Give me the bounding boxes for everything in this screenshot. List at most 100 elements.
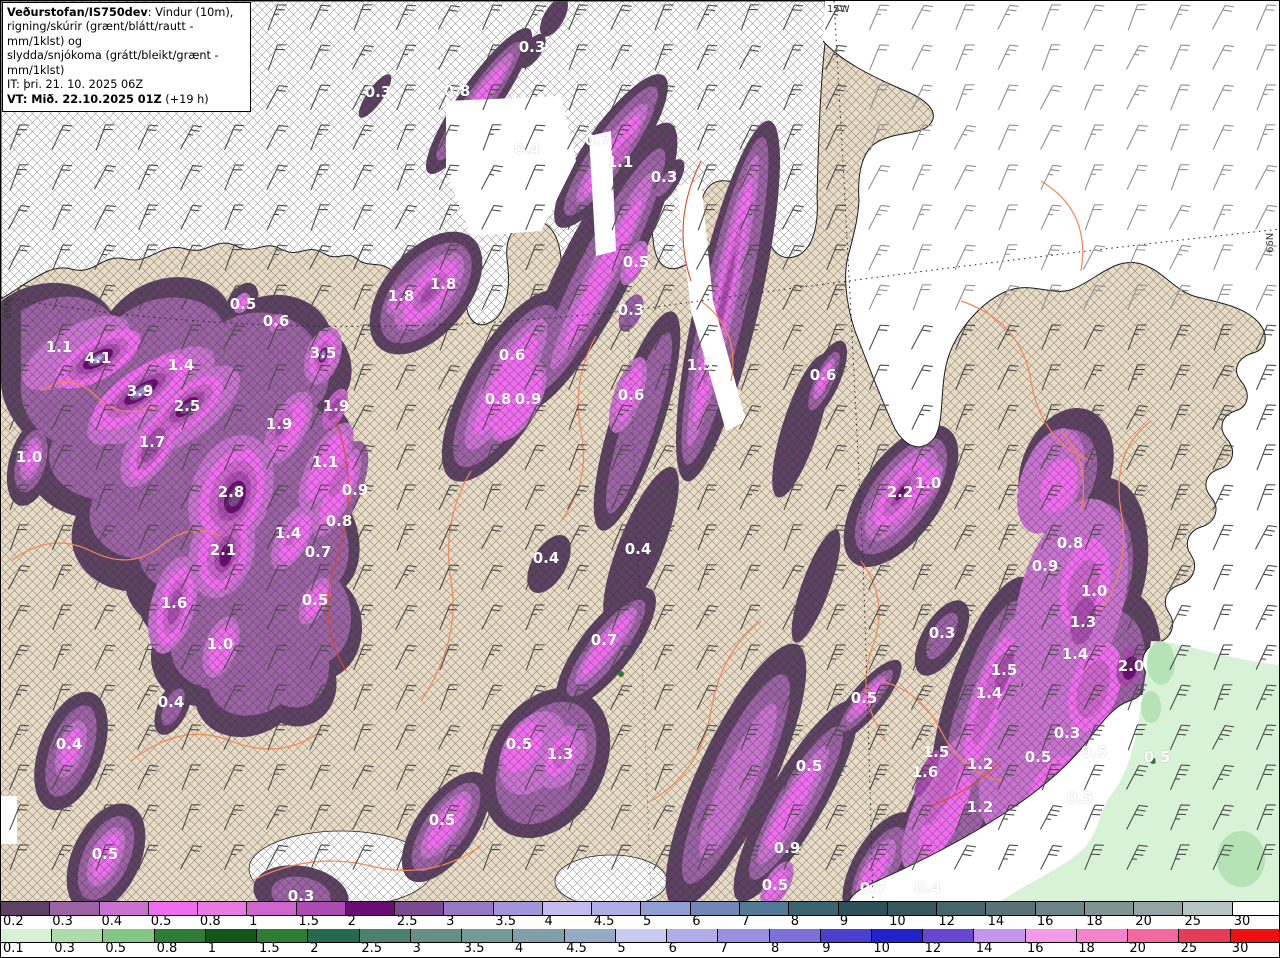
scale-tick-label: 25 <box>1180 941 1198 956</box>
precip-value-label: 0.8 <box>484 390 512 409</box>
precip-value-label: 3.5 <box>309 344 337 363</box>
scale-tick-label: 30 <box>1231 941 1249 956</box>
precip-value-label: 1.1 <box>606 153 634 172</box>
weather-map-frame: 15W 66N 66N 0.3 0.3 0.8 0.4 0.7 1.1 0.3 1.8 1.8 0… <box>0 0 1280 958</box>
scale-tick-label: 7 <box>719 941 729 956</box>
precip-value-label: 0.4 <box>513 140 541 159</box>
scale-tick-label: 1 <box>249 914 258 929</box>
precip-value-label: 0.5 <box>622 253 650 272</box>
scale-tick-label: 8 <box>790 914 799 929</box>
scale-tick-label: 3.5 <box>463 941 485 956</box>
scale-tick-label: 5 <box>643 914 652 929</box>
scale-bars: 0.2 0.3 0.4 0.5 0.8 1 1.5 2 2.5 3 3.5 4 4.5 5 6 7 8 9 10 12… <box>1 901 1279 957</box>
precip-value-label: 2.1 <box>209 541 237 560</box>
title-line-3: slydda/snjókoma (grátt/bleikt/grænt - mm… <box>7 49 219 77</box>
scale-tick-label: 0.2 <box>3 914 24 929</box>
precip-value-label: 3.9 <box>126 382 154 401</box>
precip-value-label: 0.3 <box>928 624 956 643</box>
scale-tick-label: 16 <box>1027 941 1044 956</box>
precip-value-label: 0.8 <box>325 512 353 531</box>
precip-value-label: 1.9 <box>265 415 293 434</box>
precip-value-label: 1.6 <box>160 594 188 613</box>
precip-value-label: 0.5 <box>1143 748 1171 767</box>
precip-value-label: 1.0 <box>1080 582 1108 601</box>
title-box: Veðurstofan/IS750dev: Vindur (10m), rign… <box>2 2 251 113</box>
precip-value-label: 1.4 <box>167 356 195 375</box>
precip-value-label: 0.5 <box>428 811 456 830</box>
precip-value-label: 1.0 <box>15 448 43 467</box>
precip-value-label: 0.9 <box>341 481 369 500</box>
precip-value-label: 1.0 <box>206 635 234 654</box>
rain-scale-labels: 0.1 0.3 0.5 0.8 1 1.5 2 2.5 3 3.5 4 4.5 5 6 7 8 9 10 12 14 1… <box>1 941 1279 957</box>
precip-value-label: 0.9 <box>1031 557 1059 576</box>
scale-tick-label: 20 <box>1135 914 1152 929</box>
scale-tick-label: 18 <box>1086 914 1103 929</box>
precip-value-label: 0.5 <box>850 689 878 708</box>
precip-value-label: 0.3 <box>617 301 645 320</box>
scale-tick-label: 9 <box>822 941 831 956</box>
scale-tick-label: 4.5 <box>593 914 615 929</box>
scale-tick-label: 3.5 <box>495 914 516 929</box>
precip-value-label: 0.9 <box>514 390 542 409</box>
scale-tick-label: 8 <box>771 941 780 956</box>
precip-value-label: 0.4 <box>914 879 942 898</box>
precip-value-label: 1.5 <box>922 743 950 762</box>
scale-tick-label: 0.1 <box>3 941 24 956</box>
precip-value-label: 2.5 <box>173 397 201 416</box>
precip-value-label: 0.4 <box>157 693 185 712</box>
precip-value-label: 0.6 <box>262 312 290 331</box>
scale-tick-label: 30 <box>1233 914 1251 929</box>
scale-tick-label: 0.3 <box>52 914 73 929</box>
scale-tick-label: 0.8 <box>156 941 178 956</box>
scale-tick-label: 4 <box>544 914 553 929</box>
scale-tick-label: 25 <box>1184 914 1202 929</box>
precip-value-label: 0.9 <box>773 839 801 858</box>
precip-value-label: 1.1 <box>45 338 73 357</box>
precip-value-label: 1.2 <box>966 755 994 774</box>
precip-value-label: 0.5 <box>795 757 823 776</box>
scale-tick-label: 10 <box>873 941 890 956</box>
scale-tick-label: 1 <box>207 941 217 956</box>
precip-value-label: 0.8 <box>443 82 471 101</box>
precip-value-label: 1.6 <box>911 763 939 782</box>
precip-value-label: 0.4 <box>624 540 652 559</box>
title-line-1: Veðurstofan/IS750dev: Vindur (10m), <box>7 6 234 19</box>
precip-value-label: 0.4 <box>532 549 560 568</box>
scale-tick-label: 0.3 <box>54 941 75 956</box>
precip-value-label: 0.3 <box>364 83 392 102</box>
precip-value-label: 0.4 <box>55 735 83 754</box>
scale-tick-label: 2.5 <box>361 941 383 956</box>
scale-tick-label: 5 <box>617 941 626 956</box>
precip-value-label: 0.7 <box>590 631 618 650</box>
scale-tick-label: 2 <box>347 914 356 929</box>
iceland-precip-wind-map: 15W 66N 66N <box>1 1 1279 901</box>
precip-value-label: 1.4 <box>274 524 302 543</box>
title-line-2: rigning/skúrir (grænt/blátt/rautt - mm/1… <box>7 20 194 48</box>
precip-value-label: 0.3 <box>650 168 678 187</box>
precip-value-label: 0.3 <box>287 887 315 901</box>
scale-tick-label: 0.5 <box>150 914 172 929</box>
scale-tick-label: 0.4 <box>101 914 123 929</box>
precip-value-label: 1.9 <box>322 397 350 416</box>
scale-tick-label: 9 <box>839 914 849 929</box>
scale-tick-label: 3 <box>412 941 421 956</box>
precip-value-label: 2.0 <box>1117 657 1145 676</box>
precip-value-label: 0.5 <box>505 735 533 754</box>
scale-tick-label: 12 <box>938 914 955 929</box>
scale-tick-label: 4.5 <box>566 941 587 956</box>
scale-tick-label: 7 <box>741 914 750 929</box>
scale-tick-label: 6 <box>692 914 701 929</box>
precip-value-label: 1.4 <box>975 684 1003 703</box>
precip-value-label: 2.8 <box>217 483 245 502</box>
scale-tick-label: 20 <box>1129 941 1146 956</box>
precip-value-label: 1.1 <box>311 453 339 472</box>
precip-value-label: 4.1 <box>84 349 112 368</box>
init-time: IT: þri. 21. 10. 2025 06Z <box>7 78 144 92</box>
precip-value-label: 0.6 <box>498 346 526 365</box>
precip-value-label: 0.5 <box>301 591 329 610</box>
scale-tick-label: 16 <box>1036 914 1054 929</box>
precip-value-label: 0.6 <box>809 366 837 385</box>
precip-value-label: 1.2 <box>966 798 994 817</box>
scale-tick-label: 14 <box>975 941 993 956</box>
scale-tick-label: 18 <box>1078 941 1095 956</box>
